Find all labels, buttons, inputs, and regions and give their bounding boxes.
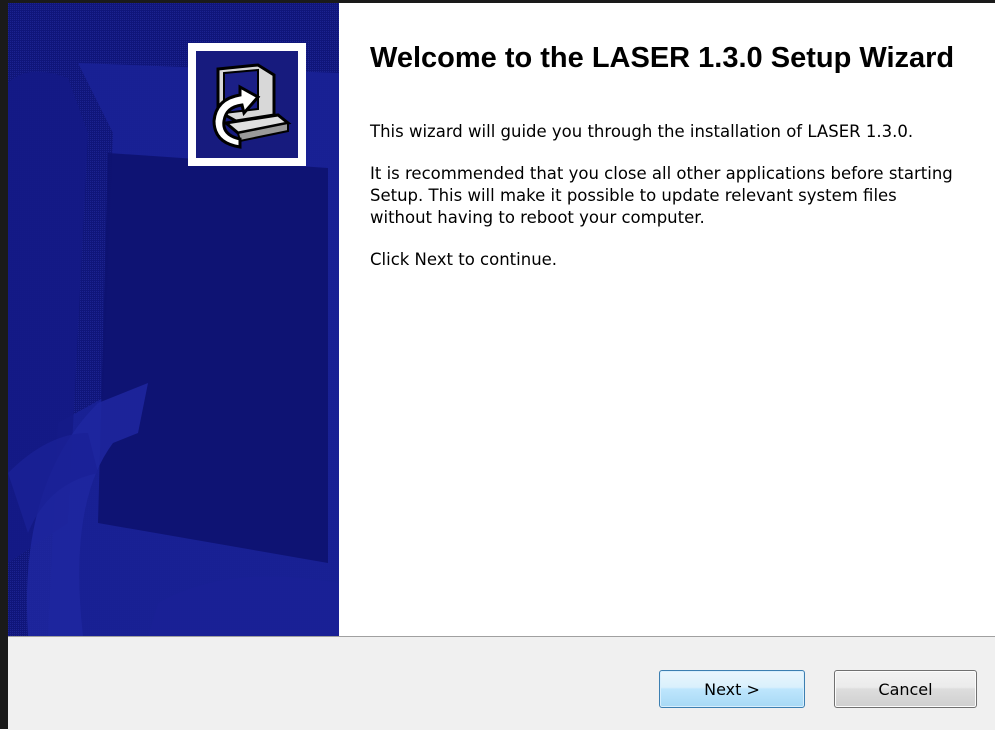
next-button[interactable]: Next > bbox=[659, 670, 805, 708]
wizard-button-bar: Next > Cancel bbox=[8, 636, 995, 730]
cancel-button[interactable]: Cancel bbox=[834, 670, 977, 708]
intro-text: This wizard will guide you through the i… bbox=[370, 122, 914, 141]
installer-logo-frame bbox=[188, 43, 306, 166]
computer-install-icon bbox=[196, 51, 298, 158]
wizard-title: Welcome to the LASER 1.3.0 Setup Wizard bbox=[370, 42, 955, 74]
wizard-content: Welcome to the LASER 1.3.0 Setup Wizard … bbox=[370, 40, 954, 271]
recommendation-text: It is recommended that you close all oth… bbox=[370, 164, 953, 227]
window-left-edge bbox=[0, 0, 8, 729]
setup-wizard-window: Welcome to the LASER 1.3.0 Setup Wizard … bbox=[0, 0, 995, 730]
wizard-side-banner bbox=[8, 3, 339, 636]
continue-instruction: Click Next to continue. bbox=[370, 250, 558, 269]
